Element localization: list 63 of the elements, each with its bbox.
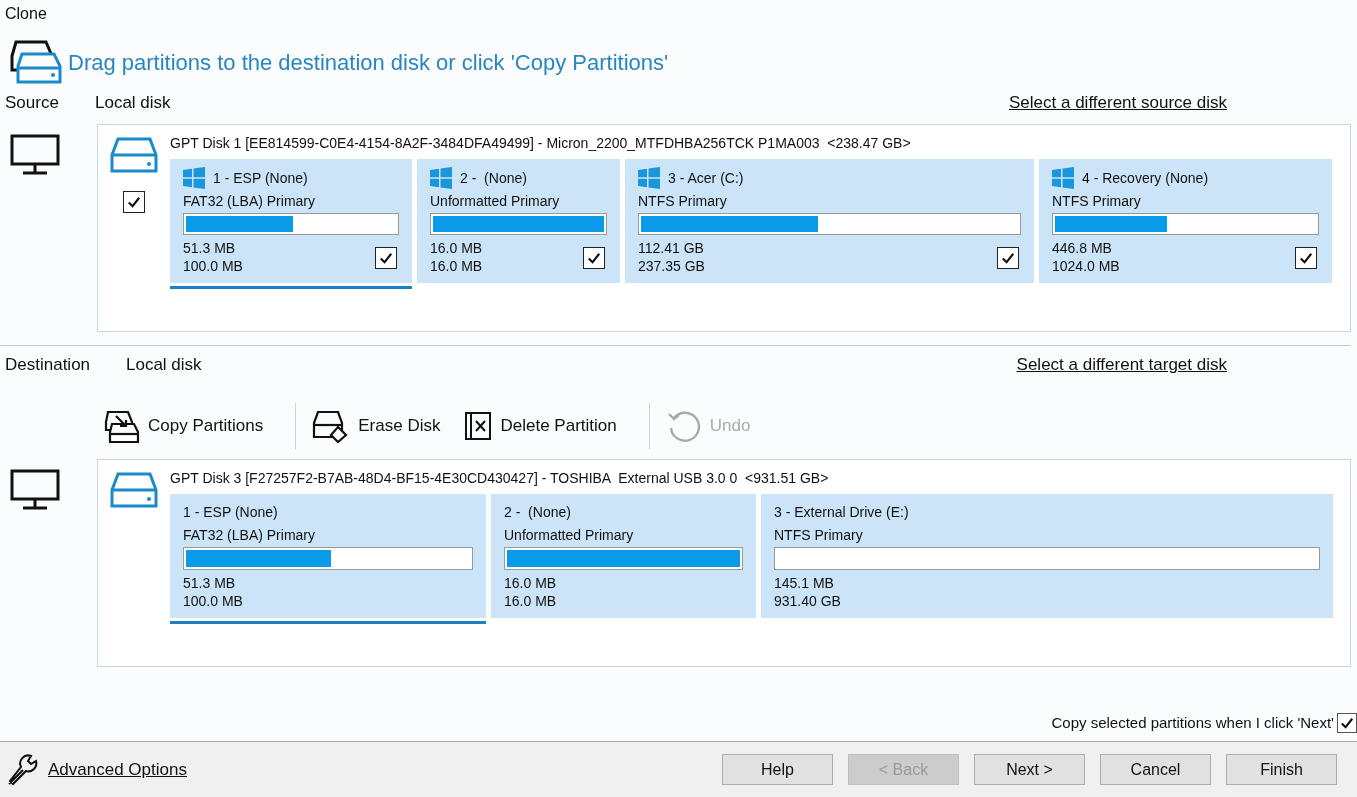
partition-name: 1 - ESP (None) <box>213 168 308 188</box>
partition-size: 1024.0 MB <box>1052 257 1121 275</box>
partition-type: NTFS Primary <box>638 192 728 211</box>
partition-name: 2 - (None) <box>460 168 527 188</box>
windows-logo-icon <box>183 167 205 189</box>
change-disk-link[interactable]: Select a different target disk <box>1016 352 1227 378</box>
disk-type-label: Local disk <box>95 92 171 115</box>
partition-size: 16.0 MB <box>504 592 558 610</box>
partition-type: Unformatted Primary <box>504 526 635 546</box>
windows-logo-icon <box>638 167 660 189</box>
section-label: Destination <box>5 354 92 377</box>
used-space: 51.3 MB <box>183 239 237 257</box>
partition-type: Unformatted Primary <box>430 192 561 211</box>
copy-toolbar-button[interactable]: Copy Partitions <box>100 406 268 446</box>
used-space: 112.41 GB <box>638 239 705 257</box>
delete-toolbar-button[interactable]: Delete Partition <box>460 406 621 446</box>
partition-name: 3 - Acer (C:) <box>668 168 744 188</box>
disk-type-label: Local disk <box>126 354 202 377</box>
checkbox[interactable] <box>123 191 145 213</box>
partition-name: 3 - External Drive (E:) <box>774 503 909 523</box>
window-title: Clone <box>4 4 48 24</box>
monitor-icon <box>10 134 60 176</box>
used-space: 16.0 MB <box>430 239 484 257</box>
partition-size: 237.35 GB <box>638 257 706 275</box>
disk-clone-icon <box>10 40 62 84</box>
windows-logo-icon <box>430 167 452 189</box>
partition-type: NTFS Primary <box>774 526 864 546</box>
checkbox[interactable] <box>375 247 397 269</box>
dialog-button[interactable]: Next > <box>974 754 1085 785</box>
checkbox[interactable] <box>1295 247 1317 269</box>
partition-type: FAT32 (LBA) Primary <box>183 192 316 211</box>
partition-type: FAT32 (LBA) Primary <box>183 526 316 546</box>
checkbox[interactable] <box>583 247 605 269</box>
checkbox[interactable] <box>997 247 1019 269</box>
partition-size: 931.40 GB <box>774 592 842 610</box>
used-space: 446.8 MB <box>1052 239 1113 257</box>
partition-name: 1 - ESP (None) <box>183 503 278 523</box>
dialog-button[interactable]: Help <box>722 754 833 785</box>
delete-box-icon <box>464 411 493 441</box>
monitor-icon <box>10 469 60 511</box>
partition-name: 4 - Recovery (None) <box>1082 168 1209 188</box>
partition-size: 16.0 MB <box>430 257 484 275</box>
dialog-button[interactable]: Finish <box>1226 754 1337 785</box>
erase-toolbar-button[interactable]: Erase Disk <box>308 406 445 446</box>
change-disk-link[interactable]: Select a different source disk <box>1009 90 1227 116</box>
partition-size: 100.0 MB <box>183 257 244 275</box>
used-space: 16.0 MB <box>504 574 558 592</box>
partition-size: 100.0 MB <box>183 592 244 610</box>
windows-logo-icon <box>1052 167 1074 189</box>
disk-arrow-icon <box>104 408 140 444</box>
disk-title: GPT Disk 3 [F27257F2-B7AB-48D4-BF15-4E30CD430427] - TOSHIBA External USB 3.0 0 <931.51 GB> <box>170 469 830 488</box>
advanced-options-link[interactable]: Advanced Options <box>48 756 187 783</box>
partition-name: 2 - (None) <box>504 503 571 523</box>
used-space: 51.3 MB <box>183 574 237 592</box>
disk-title: GPT Disk 1 [EE814599-C0E4-4154-8A2F-3484DFA49499] - Micron_2200_MTFDHBA256TCK P1MA003 <238.47 GB> <box>170 134 912 153</box>
used-space: 145.1 MB <box>774 574 835 592</box>
checkbox[interactable] <box>1337 713 1357 733</box>
section-label: Source <box>5 92 60 115</box>
instruction-heading: Drag partitions to the destination disk or click 'Copy Partitions' <box>68 48 669 77</box>
dialog-button[interactable]: Cancel <box>1100 754 1211 785</box>
partition-type: NTFS Primary <box>1052 192 1142 211</box>
wrench-icon <box>6 752 40 787</box>
copy-option-label: Copy selected partitions when I click 'Next' <box>1051 712 1334 733</box>
